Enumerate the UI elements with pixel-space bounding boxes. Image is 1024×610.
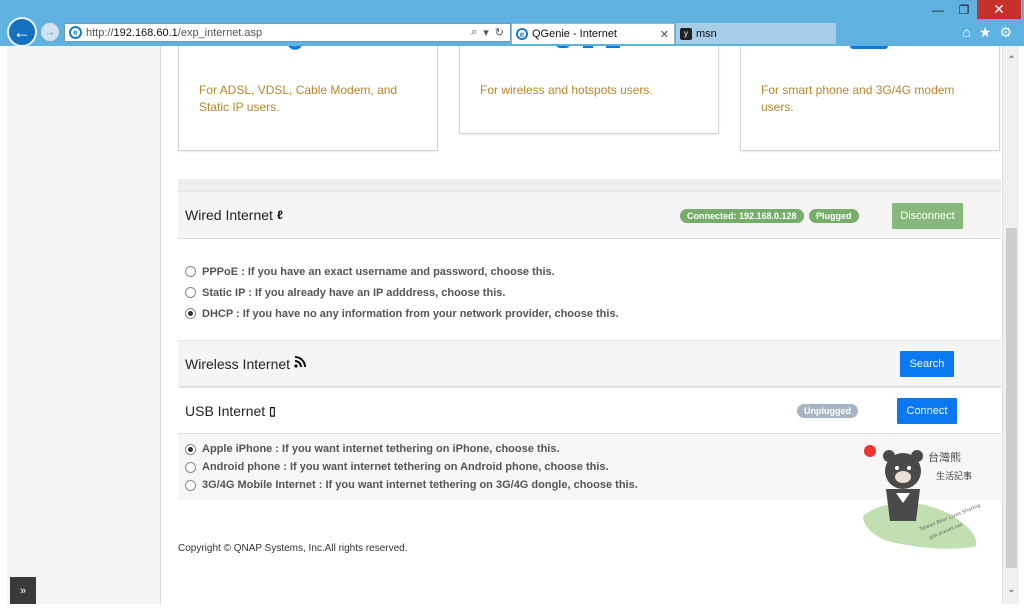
copyright-text: Copyright © QNAP Systems, Inc.All rights… xyxy=(178,543,408,554)
card-wired[interactable]: For ADSL, VDSL, Cable Modem, and Static … xyxy=(178,46,438,151)
radio-apple-iphone[interactable] xyxy=(185,443,196,455)
address-tools: ⌕ ▾ ↻ xyxy=(471,26,510,39)
card-description: For smart phone and 3G/4G modem users. xyxy=(761,83,955,114)
wireless-internet-header: Wireless Internet Search xyxy=(178,340,1001,387)
separator-band xyxy=(178,179,1001,191)
wireless-internet-title: Wireless Internet xyxy=(178,356,307,372)
msn-icon: y xyxy=(680,27,692,40)
close-tab-icon[interactable]: ✕ xyxy=(660,28,669,41)
wifi-signal-icon xyxy=(294,356,307,371)
ethernet-plug-icon: ℓ xyxy=(276,208,283,222)
usb-internet-title: USB Internet ▯ xyxy=(185,402,276,419)
radio-pppoe[interactable] xyxy=(185,266,196,277)
wired-internet-title: Wired Internet ℓ xyxy=(185,207,283,223)
scroll-up-icon[interactable]: ⌃ xyxy=(1003,52,1019,69)
card-wireless[interactable]: For wireless and hotspots users. xyxy=(459,46,719,134)
search-icon[interactable]: ⌕ xyxy=(471,26,477,39)
vertical-scrollbar[interactable]: ⌃ ⌄ xyxy=(1002,46,1019,604)
card-description: For wireless and hotspots users. xyxy=(480,83,653,97)
page-viewport: » For ADSL, VDSL, Cable Modem, and Stati… xyxy=(7,46,1019,604)
option-3g4g-mobile[interactable]: 3G/4G Mobile Internet : If you want inte… xyxy=(185,476,638,494)
option-apple-iphone[interactable]: Apple iPhone : If you want internet teth… xyxy=(185,440,638,458)
ie-icon: e xyxy=(69,26,82,39)
url-path: /exp_internet.asp xyxy=(177,26,263,39)
search-button[interactable]: Search xyxy=(900,351,954,377)
favorites-star-icon[interactable]: ★ xyxy=(979,24,992,41)
forward-button[interactable]: → xyxy=(40,22,60,42)
option-android-phone[interactable]: Android phone : If you want internet tet… xyxy=(185,458,638,476)
home-icon[interactable]: ⌂ xyxy=(962,24,970,41)
wired-options: PPPoE : If you have an exact username an… xyxy=(185,261,619,324)
double-chevron-up-icon: » xyxy=(19,584,27,597)
bear-watermark-logo: 台灣熊 生活記事 Taiwan Bear Lives Sharing gsk.p… xyxy=(858,441,988,561)
connect-button[interactable]: Connect xyxy=(897,398,957,424)
scroll-thumb[interactable] xyxy=(1006,228,1017,568)
tab-qgenie[interactable]: e QGenie - Internet ✕ xyxy=(511,23,675,44)
disconnect-button[interactable]: Disconnect xyxy=(892,203,963,229)
status-badge-unplugged: Unplugged xyxy=(797,404,858,418)
left-sidebar: » xyxy=(7,46,161,604)
status-badge-connected: Connected: 192.168.0.128 xyxy=(680,209,804,223)
ethernet-icon xyxy=(285,46,305,50)
back-button[interactable]: ← xyxy=(7,17,37,47)
radio-android-phone[interactable] xyxy=(185,461,196,473)
arrow-right-icon: → xyxy=(44,26,56,38)
watermark-text-1: 台灣熊 xyxy=(928,450,961,464)
dropdown-icon[interactable]: ▾ xyxy=(483,26,489,39)
card-mobile[interactable]: For smart phone and 3G/4G modem users. xyxy=(740,46,1000,151)
arrow-left-icon: ← xyxy=(13,21,31,42)
usb-internet-header: USB Internet ▯ Unplugged Connect xyxy=(178,387,1001,434)
maximize-icon[interactable]: ❐ xyxy=(951,0,977,19)
url-host: 192.168.60.1 xyxy=(113,26,178,39)
radio-3g4g-mobile[interactable] xyxy=(185,479,196,491)
window-controls: — ❐ ✕ xyxy=(925,0,1021,20)
tab-label: QGenie - Internet xyxy=(532,28,617,40)
ie-icon: e xyxy=(516,28,528,40)
settings-gear-icon[interactable]: ⚙ xyxy=(999,24,1012,41)
main-content: For ADSL, VDSL, Cable Modem, and Static … xyxy=(178,46,1001,604)
refresh-icon[interactable]: ↻ xyxy=(495,26,504,39)
address-bar[interactable]: e http://192.168.60.1/exp_internet.asp ⌕… xyxy=(64,23,511,42)
browser-chrome: — ❐ ✕ ← → e http://192.168.60.1/exp_inte… xyxy=(0,0,1024,47)
phone-icon xyxy=(850,46,890,49)
radio-static-ip[interactable] xyxy=(185,287,196,298)
tab-label: msn xyxy=(696,27,717,40)
wifi-icon xyxy=(556,46,626,49)
mobile-phone-icon: ▯ xyxy=(269,403,276,418)
url-prefix: http:// xyxy=(86,26,114,39)
browser-toolbar-icons: ⌂ ★ ⚙ xyxy=(962,24,1012,41)
wired-internet-header: Wired Internet ℓ Connected: 192.168.0.12… xyxy=(178,191,1001,239)
scroll-down-icon[interactable]: ⌄ xyxy=(1003,581,1019,598)
card-description: For ADSL, VDSL, Cable Modem, and Static … xyxy=(199,83,398,114)
close-window-icon[interactable]: ✕ xyxy=(977,0,1021,19)
tab-msn[interactable]: y msn xyxy=(676,23,836,44)
option-pppoe[interactable]: PPPoE : If you have an exact username an… xyxy=(185,261,619,282)
option-dhcp[interactable]: DHCP : If you have no any information fr… xyxy=(185,303,619,324)
option-static-ip[interactable]: Static IP : If you already have an IP ad… xyxy=(185,282,619,303)
watermark-text-2: 生活記事 xyxy=(936,470,972,482)
status-badge-plugged: Plugged xyxy=(809,209,859,223)
usb-options: Apple iPhone : If you want internet teth… xyxy=(185,440,638,494)
radio-dhcp[interactable] xyxy=(185,308,196,319)
minimize-icon[interactable]: — xyxy=(925,0,951,19)
collapse-button[interactable]: » xyxy=(10,577,36,604)
